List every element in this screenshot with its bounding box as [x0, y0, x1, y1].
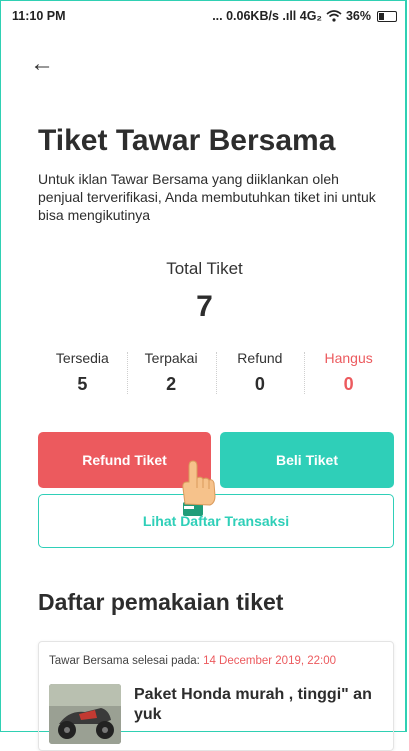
stat-expired: Hangus 0: [304, 350, 393, 395]
listing-thumbnail: [49, 684, 121, 744]
battery-icon: [377, 10, 397, 22]
status-indicators: ... 0.06KB/s .ıll 4G₂ 36%: [212, 9, 397, 23]
stat-label: Terpakai: [144, 350, 198, 366]
stat-value: 2: [166, 374, 177, 394]
page-title: Tiket Tawar Bersama: [38, 124, 336, 157]
status-time: 11:10 PM: [12, 9, 66, 23]
stat-available: Tersedia 5: [38, 350, 127, 395]
page-description: Untuk iklan Tawar Bersama yang diiklanka…: [38, 171, 376, 223]
stat-label: Refund: [237, 350, 283, 366]
usage-meta: Tawar Bersama selesai pada: 14 December …: [49, 655, 336, 667]
stat-value: 0: [254, 374, 265, 394]
back-arrow-icon[interactable]: ←: [30, 52, 54, 76]
wifi-icon: [326, 10, 342, 22]
usage-list-item[interactable]: Tawar Bersama selesai pada: 14 December …: [38, 641, 394, 751]
usage-section-title: Daftar pemakaian tiket: [38, 589, 284, 615]
stat-label: Hangus: [324, 350, 373, 366]
stat-refund: Refund 0: [215, 350, 305, 395]
battery-percent: 36%: [345, 9, 371, 23]
usage-meta-label: Tawar Bersama selesai pada:: [49, 655, 204, 667]
usage-date: 14 December 2019, 22:00: [203, 655, 337, 667]
pointing-hand-icon: [182, 460, 216, 516]
stat-value: 5: [77, 374, 88, 394]
status-bar: 11:10 PM ... 0.06KB/s .ıll 4G₂ 36%: [0, 0, 409, 32]
motorcycle-image: [49, 684, 121, 744]
ticket-stats: Tersedia 5 Terpakai 2 Refund 0 Hangus 0: [38, 350, 393, 395]
stat-used: Terpakai 2: [126, 350, 216, 395]
network-speed: ... 0.06KB/s .ıll 4G₂: [212, 9, 322, 23]
total-ticket-label: Total Tiket: [166, 259, 243, 278]
stat-label: Tersedia: [55, 350, 109, 366]
total-ticket-value: 7: [196, 290, 213, 323]
buy-ticket-button[interactable]: Beli Tiket: [220, 432, 394, 488]
listing-title: Paket Honda murah , tinggi" an yuk: [134, 686, 372, 723]
stat-value: 0: [343, 374, 354, 394]
